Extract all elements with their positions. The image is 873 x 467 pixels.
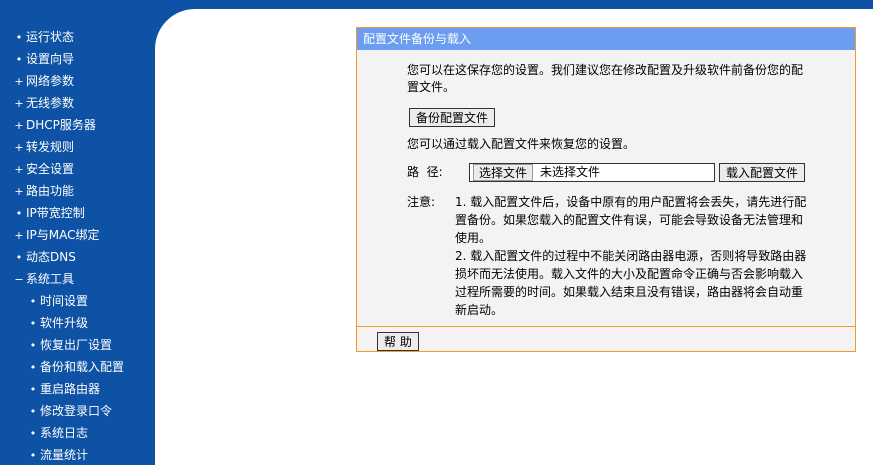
nav-subitem-factory-reset[interactable]: • 恢复出厂设置 bbox=[0, 334, 155, 356]
path-label: 路 径: bbox=[407, 165, 443, 179]
nav-item-label: 设置向导 bbox=[26, 52, 75, 66]
bullet-icon: • bbox=[15, 207, 23, 220]
nav-item-dhcp[interactable]: + DHCP服务器 bbox=[0, 114, 155, 136]
nav-subitem-label: 系统日志 bbox=[40, 426, 89, 440]
nav-subitem-traffic[interactable]: • 流量统计 bbox=[0, 444, 155, 466]
nav-item-network[interactable]: + 网络参数 bbox=[0, 70, 155, 92]
restore-text: 您可以通过载入配置文件来恢复您的设置。 bbox=[407, 137, 636, 151]
bullet-icon: • bbox=[29, 449, 37, 462]
backup-config-button[interactable]: 备份配置文件 bbox=[409, 108, 496, 127]
note-label: 注意: bbox=[407, 195, 436, 209]
nav-item-label: 安全设置 bbox=[26, 162, 75, 176]
notes: 1. 载入配置文件后，设备中原有的用户配置将会丢失，请先进行配置备份。如果您载入… bbox=[455, 193, 810, 319]
nav-subitem-label: 备份和载入配置 bbox=[40, 360, 125, 374]
nav-item-wizard[interactable]: • 设置向导 bbox=[0, 48, 155, 70]
nav-subitem-label: 重启路由器 bbox=[40, 382, 101, 396]
bullet-icon: • bbox=[29, 317, 37, 330]
nav-item-ddns[interactable]: • 动态DNS bbox=[0, 246, 155, 268]
bullet-icon: • bbox=[29, 405, 37, 418]
top-band bbox=[155, 0, 873, 9]
nav-item-label: IP带宽控制 bbox=[26, 206, 85, 220]
nav-item-label: 无线参数 bbox=[26, 96, 75, 110]
nav-item-system-tools[interactable]: − 系统工具 bbox=[0, 268, 155, 290]
bullet-icon: • bbox=[29, 383, 37, 396]
bullet-icon: • bbox=[15, 53, 23, 66]
nav-item-wireless[interactable]: + 无线参数 bbox=[0, 92, 155, 114]
nav-item-label: 运行状态 bbox=[26, 30, 75, 44]
file-status: 未选择文件 bbox=[540, 165, 601, 179]
sidebar: • 运行状态 • 设置向导 + 网络参数 + 无线参数 + DHCP服务器 + 转发规则 +… bbox=[0, 0, 155, 465]
nav-item-bandwidth[interactable]: • IP带宽控制 bbox=[0, 202, 155, 224]
expand-icon: + bbox=[14, 119, 24, 132]
nav-item-label: DHCP服务器 bbox=[26, 118, 96, 132]
load-config-button[interactable]: 载入配置文件 bbox=[719, 163, 806, 182]
bullet-icon: • bbox=[29, 361, 37, 374]
note-item: 2. 载入配置文件的过程中不能关闭路由器电源，否则将导致路由器损坏而无法使用。载… bbox=[455, 249, 807, 317]
nav-subitem-label: 软件升级 bbox=[40, 316, 89, 330]
note-item: 1. 载入配置文件后，设备中原有的用户配置将会丢失，请先进行配置备份。如果您载入… bbox=[455, 195, 807, 245]
nav-subitem-reboot[interactable]: • 重启路由器 bbox=[0, 378, 155, 400]
expand-icon: + bbox=[14, 97, 24, 110]
backup-restore-panel: 配置文件备份与载入 您可以在这保存您的设置。我们建议您在修改配置及升级软件前备份… bbox=[356, 27, 856, 352]
bullet-icon: • bbox=[29, 339, 37, 352]
nav-subitem-password[interactable]: • 修改登录口令 bbox=[0, 400, 155, 422]
nav-item-forwarding[interactable]: + 转发规则 bbox=[0, 136, 155, 158]
choose-file-button[interactable]: 选择文件 bbox=[473, 164, 534, 181]
nav-subitem-label: 时间设置 bbox=[40, 294, 89, 308]
divider bbox=[357, 326, 855, 327]
nav-item-status[interactable]: • 运行状态 bbox=[0, 26, 155, 48]
nav-item-security[interactable]: + 安全设置 bbox=[0, 158, 155, 180]
expand-icon: + bbox=[14, 75, 24, 88]
nav-item-label: 动态DNS bbox=[26, 250, 76, 264]
file-input[interactable]: 选择文件 未选择文件 bbox=[469, 163, 715, 182]
bullet-icon: • bbox=[15, 31, 23, 44]
expand-icon: + bbox=[14, 141, 24, 154]
nav-menu: • 运行状态 • 设置向导 + 网络参数 + 无线参数 + DHCP服务器 + 转发规则 +… bbox=[0, 0, 155, 466]
expand-icon: + bbox=[14, 229, 24, 242]
nav-subitem-time[interactable]: • 时间设置 bbox=[0, 290, 155, 312]
panel-title: 配置文件备份与载入 bbox=[357, 28, 855, 50]
nav-subitem-label: 恢复出厂设置 bbox=[40, 338, 113, 352]
nav-item-label: 系统工具 bbox=[26, 272, 75, 286]
nav-item-label: 转发规则 bbox=[26, 140, 75, 154]
nav-subitem-label: 流量统计 bbox=[40, 448, 89, 462]
nav-subitem-upgrade[interactable]: • 软件升级 bbox=[0, 312, 155, 334]
help-button[interactable]: 帮 助 bbox=[377, 332, 419, 351]
nav-item-label: 路由功能 bbox=[26, 184, 75, 198]
top-curve bbox=[155, 9, 195, 49]
expand-icon: + bbox=[14, 185, 24, 198]
nav-item-label: 网络参数 bbox=[26, 74, 75, 88]
nav-item-ip-mac[interactable]: + IP与MAC绑定 bbox=[0, 224, 155, 246]
nav-subitem-backup-restore[interactable]: • 备份和载入配置 bbox=[0, 356, 155, 378]
nav-item-label: IP与MAC绑定 bbox=[26, 228, 100, 242]
collapse-icon: − bbox=[14, 273, 24, 286]
bullet-icon: • bbox=[29, 295, 37, 308]
expand-icon: + bbox=[14, 163, 24, 176]
nav-subitem-syslog[interactable]: • 系统日志 bbox=[0, 422, 155, 444]
bullet-icon: • bbox=[29, 427, 37, 440]
intro-text: 您可以在这保存您的设置。我们建议您在修改配置及升级软件前备份您的配置文件。 bbox=[407, 63, 804, 94]
nav-item-routing[interactable]: + 路由功能 bbox=[0, 180, 155, 202]
nav-subitem-label: 修改登录口令 bbox=[40, 404, 113, 418]
bullet-icon: • bbox=[15, 251, 23, 264]
